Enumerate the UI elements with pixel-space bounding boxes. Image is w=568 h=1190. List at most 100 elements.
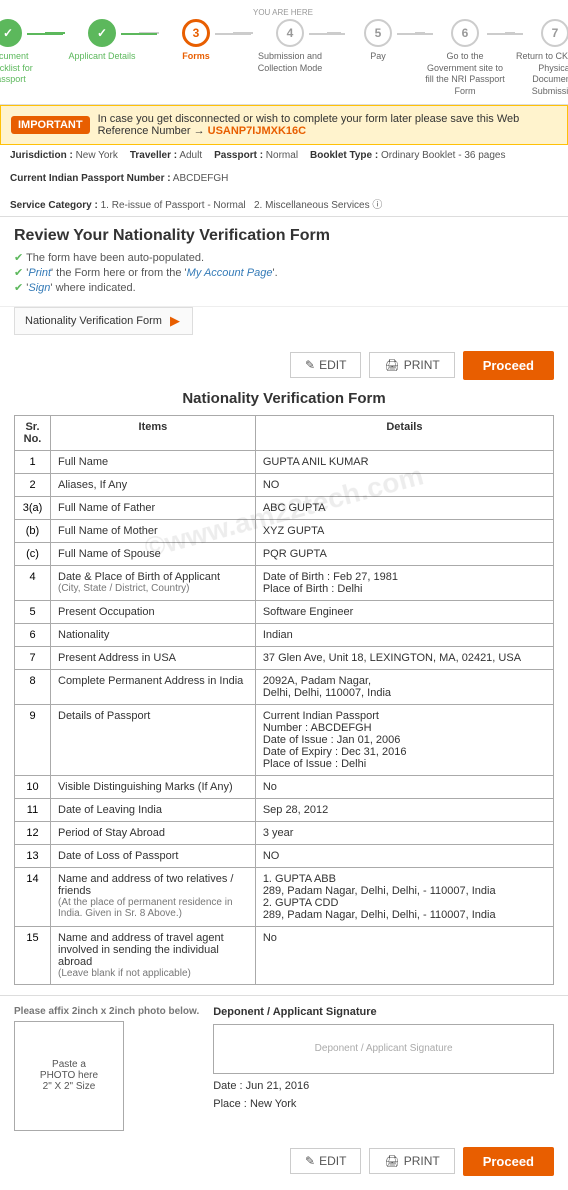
- cell-sr: 11: [15, 798, 51, 821]
- cell-detail: PQR GUPTA: [255, 542, 553, 565]
- banner-text: In case you get disconnected or wish to …: [98, 113, 557, 137]
- table-row: 13Date of Loss of PassportNO: [15, 844, 554, 867]
- review-section: Review Your Nationality Verification For…: [0, 217, 568, 307]
- form-table: Sr. No. Items Details 1Full NameGUPTA AN…: [14, 415, 554, 985]
- cell-item: Visible Distinguishing Marks (If Any): [51, 775, 256, 798]
- checklist-item-1: The form have been auto-populated.: [14, 251, 554, 264]
- cell-detail: Date of Birth : Feb 27, 1981 Place of Bi…: [255, 565, 553, 600]
- step-7-label: Return to CKGS for Physical Documents Su…: [515, 51, 568, 98]
- jurisdiction-field: Jurisdiction : New York: [10, 150, 118, 161]
- print-icon-bottom: 🖨: [384, 1154, 399, 1168]
- form-tab-arrow: ▶: [170, 313, 180, 329]
- cell-sr: 1: [15, 450, 51, 473]
- cell-item: Details of Passport: [51, 704, 256, 775]
- step-7[interactable]: 7 Return to CKGS for Physical Documents …: [515, 19, 568, 98]
- review-title: Review Your Nationality Verification For…: [14, 227, 554, 245]
- table-row: 12Period of Stay Abroad3 year: [15, 821, 554, 844]
- form-tab-area: Nationality Verification Form ▶: [0, 307, 568, 345]
- sign-link[interactable]: Sign: [28, 282, 50, 294]
- table-row: 14Name and address of two relatives / fr…: [15, 867, 554, 926]
- cell-detail: 3 year: [255, 821, 553, 844]
- nationality-form-tab[interactable]: Nationality Verification Form ▶: [14, 307, 193, 335]
- photo-section: Please affix 2inch x 2inch photo below. …: [0, 995, 568, 1141]
- step-4-label: Submission and Collection Mode: [253, 51, 327, 74]
- photo-box: Paste aPHOTO here2" X 2" Size: [14, 1021, 124, 1131]
- step-6-label: Go to the Government site to fill the NR…: [425, 51, 505, 98]
- step-2-circle: ✓: [88, 19, 116, 47]
- step-6[interactable]: 6 Go to the Government site to fill the …: [425, 19, 505, 98]
- table-row: 5Present OccupationSoftware Engineer: [15, 600, 554, 623]
- cell-item: Aliases, If Any: [51, 473, 256, 496]
- photo-text: Paste aPHOTO here2" X 2" Size: [40, 1059, 98, 1092]
- step-3-label: Forms: [182, 51, 210, 63]
- table-row: 8Complete Permanent Address in India2092…: [15, 669, 554, 704]
- cell-sr: 15: [15, 926, 51, 984]
- cell-detail: XYZ GUPTA: [255, 519, 553, 542]
- step-2[interactable]: ✓ Applicant Details: [65, 19, 139, 63]
- cell-item: Nationality: [51, 623, 256, 646]
- print-button-top[interactable]: 🖨 PRINT: [369, 352, 454, 378]
- step-2-label: Applicant Details: [68, 51, 135, 63]
- cell-sr: (c): [15, 542, 51, 565]
- cell-sr: 8: [15, 669, 51, 704]
- step-5-label: Pay: [370, 51, 386, 63]
- cell-detail: No: [255, 775, 553, 798]
- step-5-circle: 5: [364, 19, 392, 47]
- my-account-link[interactable]: My Account Page: [187, 267, 273, 279]
- step-1-label: Document Checklist for Passport: [0, 51, 45, 86]
- cell-detail: 1. GUPTA ABB 289, Padam Nagar, Delhi, De…: [255, 867, 553, 926]
- cell-detail: NO: [255, 473, 553, 496]
- cell-item: Date of Loss of Passport: [51, 844, 256, 867]
- action-row-bottom: ✎ EDIT 🖨 PRINT Proceed: [0, 1141, 568, 1190]
- table-row: 4Date & Place of Birth of Applicant(City…: [15, 565, 554, 600]
- cell-item: Date & Place of Birth of Applicant(City,…: [51, 565, 256, 600]
- traveller-field: Traveller : Adult: [130, 150, 202, 161]
- cell-sr: 14: [15, 867, 51, 926]
- proceed-button-top[interactable]: Proceed: [463, 351, 554, 380]
- table-row: (b)Full Name of MotherXYZ GUPTA: [15, 519, 554, 542]
- step-1-circle: ✓: [0, 19, 22, 47]
- ref-number: USANP7IJMXK16C: [208, 125, 306, 137]
- print-link[interactable]: Print: [28, 267, 51, 279]
- proceed-button-bottom[interactable]: Proceed: [463, 1147, 554, 1176]
- you-are-here-label: YOU ARE HERE: [253, 8, 313, 17]
- jurisdiction-bar: Jurisdiction : New York Traveller : Adul…: [0, 145, 568, 217]
- checklist-item-2: 'Print' the Form here or from the 'My Ac…: [14, 266, 554, 279]
- edit-button-top[interactable]: ✎ EDIT: [290, 352, 361, 378]
- cell-sr: 2: [15, 473, 51, 496]
- cell-item: Full Name: [51, 450, 256, 473]
- step-1[interactable]: ✓ Document Checklist for Passport: [0, 19, 45, 86]
- cell-sr: 10: [15, 775, 51, 798]
- passport-number-field: Current Indian Passport Number : ABCDEFG…: [10, 173, 228, 184]
- cell-sr: 13: [15, 844, 51, 867]
- cell-detail: Software Engineer: [255, 600, 553, 623]
- form-title: Nationality Verification Form: [14, 386, 554, 407]
- step-4[interactable]: 4 Submission and Collection Mode: [253, 19, 327, 74]
- cell-sr: 7: [15, 646, 51, 669]
- print-button-bottom[interactable]: 🖨 PRINT: [369, 1148, 454, 1174]
- cell-detail: No: [255, 926, 553, 984]
- step-5[interactable]: 5 Pay: [341, 19, 415, 63]
- cell-sr: 12: [15, 821, 51, 844]
- form-tab-label: Nationality Verification Form: [25, 315, 162, 327]
- step-3-circle: 3: [182, 19, 210, 47]
- signature-placeholder: Deponent / Applicant Signature: [315, 1043, 453, 1054]
- cell-detail: 37 Glen Ave, Unit 18, LEXINGTON, MA, 024…: [255, 646, 553, 669]
- col-details: Details: [255, 415, 553, 450]
- signature-title: Deponent / Applicant Signature: [213, 1006, 554, 1018]
- cell-sr: (b): [15, 519, 51, 542]
- table-row: 9Details of PassportCurrent Indian Passp…: [15, 704, 554, 775]
- signature-box: Deponent / Applicant Signature Deponent …: [213, 1006, 554, 1110]
- cell-item: Present Occupation: [51, 600, 256, 623]
- cell-item: Full Name of Father: [51, 496, 256, 519]
- cell-detail: Sep 28, 2012: [255, 798, 553, 821]
- cell-detail: GUPTA ANIL KUMAR: [255, 450, 553, 473]
- signature-field: Deponent / Applicant Signature: [213, 1024, 554, 1074]
- step-3[interactable]: 3 Forms: [159, 19, 233, 63]
- photo-label: Please affix 2inch x 2inch photo below.: [14, 1006, 199, 1017]
- cell-sr: 6: [15, 623, 51, 646]
- important-label: IMPORTANT: [11, 116, 90, 134]
- cell-sr: 3(a): [15, 496, 51, 519]
- edit-button-bottom[interactable]: ✎ EDIT: [290, 1148, 361, 1174]
- review-checklist: The form have been auto-populated. 'Prin…: [14, 251, 554, 294]
